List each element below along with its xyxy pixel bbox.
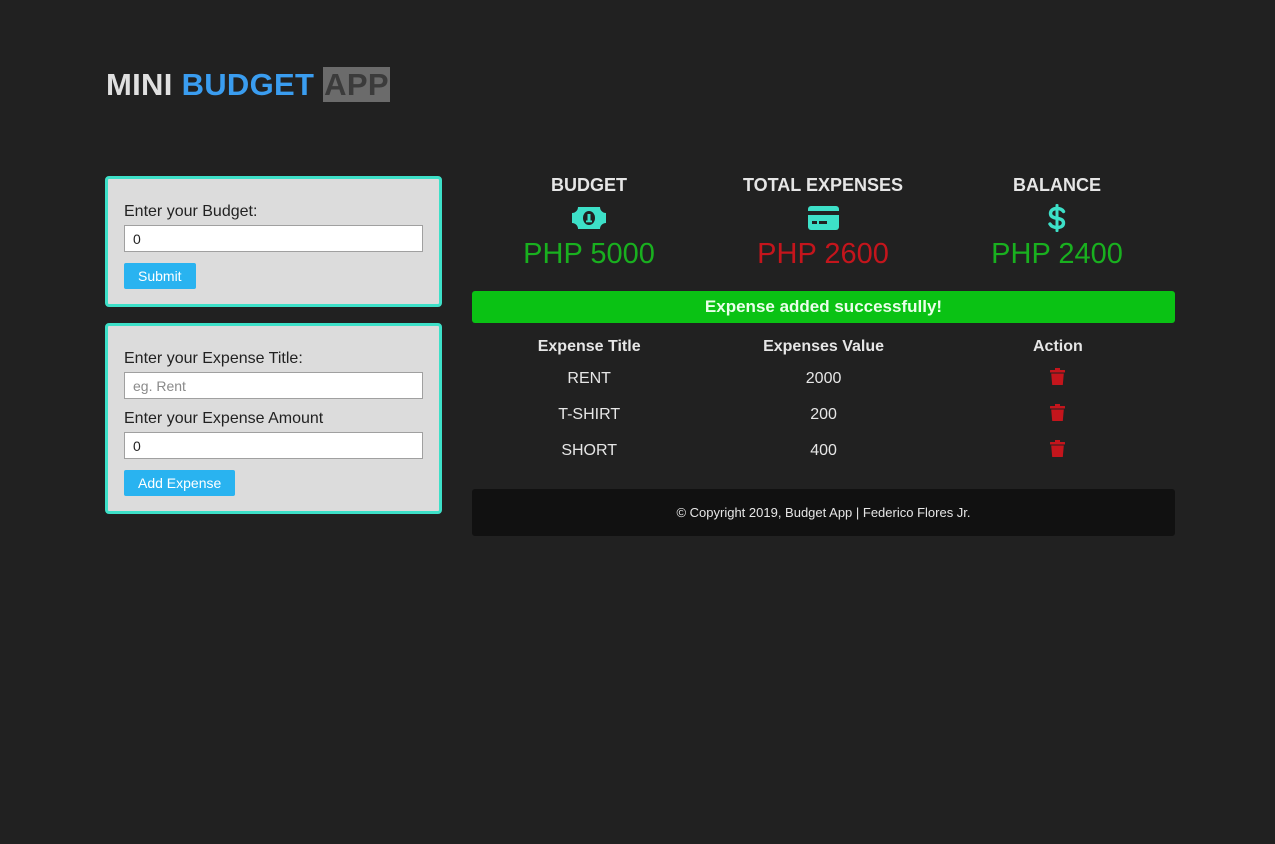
- expense-title-label: Enter your Expense Title:: [124, 350, 303, 367]
- action-cell: [941, 433, 1175, 469]
- dollar-sign-icon: [940, 204, 1174, 232]
- table-header-row: Expense Title Expenses Value Action: [472, 333, 1175, 361]
- budget-label: Enter your Budget:: [124, 203, 258, 220]
- budget-value: PHP 5000: [523, 238, 655, 270]
- header-expense-title: Expense Title: [537, 338, 641, 355]
- header-action: Action: [1033, 338, 1083, 355]
- header-expenses-value: Expenses Value: [763, 338, 885, 355]
- credit-card-icon: [706, 205, 940, 231]
- expense-title-input[interactable]: [124, 372, 423, 399]
- trash-icon[interactable]: [1050, 368, 1066, 390]
- expense-table: Expense Title Expenses Value Action RENT…: [472, 333, 1175, 469]
- expense-title-cell: T-SHIRT: [558, 406, 621, 423]
- action-cell: [941, 361, 1175, 397]
- title-budget: BUDGET: [181, 67, 315, 102]
- title-mini: MINI: [106, 67, 173, 102]
- money-bill-icon: [472, 205, 706, 231]
- table-row: T-SHIRT 200: [472, 397, 1175, 433]
- title-app: APP: [323, 67, 390, 102]
- add-expense-button[interactable]: Add Expense: [124, 470, 236, 496]
- balance-value: PHP 2400: [991, 238, 1123, 270]
- expense-amount-label: Enter your Expense Amount: [124, 410, 324, 427]
- footer: © Copyright 2019, Budget App | Federico …: [472, 489, 1175, 536]
- balance-summary: BALANCE PHP 2400: [940, 174, 1174, 271]
- expense-value-cell: 400: [810, 442, 837, 459]
- trash-icon[interactable]: [1050, 404, 1066, 426]
- expense-title-cell: SHORT: [561, 442, 618, 459]
- budget-summary-label: BUDGET: [551, 175, 627, 195]
- action-cell: [941, 397, 1175, 433]
- budget-form-card: Enter your Budget: Submit: [105, 176, 442, 307]
- expense-value-cell: 200: [810, 406, 837, 423]
- budget-summary: BUDGET PHP 5000: [472, 174, 706, 271]
- budget-input[interactable]: [124, 225, 423, 252]
- trash-icon[interactable]: [1050, 440, 1066, 462]
- expenses-summary-label: TOTAL EXPENSES: [742, 175, 904, 195]
- table-row: SHORT 400: [472, 433, 1175, 469]
- submit-button[interactable]: Submit: [124, 263, 196, 289]
- expense-amount-input[interactable]: [124, 432, 423, 459]
- expense-title-cell: RENT: [567, 370, 611, 387]
- table-row: RENT 2000: [472, 361, 1175, 397]
- expenses-value: PHP 2600: [757, 238, 889, 270]
- success-alert: Expense added successfully!: [472, 291, 1175, 323]
- balance-summary-label: BALANCE: [1013, 175, 1101, 195]
- app-title: MINI BUDGET APP: [106, 67, 390, 102]
- expense-form-card: Enter your Expense Title: Enter your Exp…: [105, 323, 442, 514]
- expense-value-cell: 2000: [805, 370, 842, 387]
- expenses-summary: TOTAL EXPENSES PHP 2600: [706, 174, 940, 271]
